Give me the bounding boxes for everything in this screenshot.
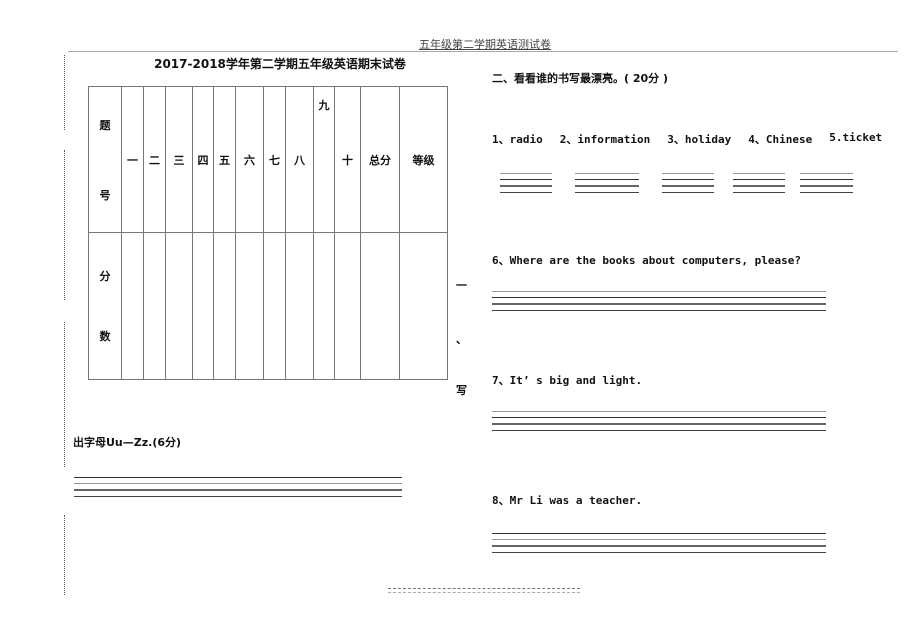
score-cell[interactable] xyxy=(360,232,400,380)
writing-lines-sentence-8[interactable] xyxy=(492,533,826,558)
column-header: 五 xyxy=(213,86,236,233)
binding-dotted-line xyxy=(64,515,65,595)
score-table-header-row: 题 号 一 二 三 四 五 六 七 八 九 十 总分 等级 xyxy=(88,86,448,233)
row-header-char: 题 xyxy=(99,118,111,132)
header-rule xyxy=(68,51,898,52)
writing-lines-word-1[interactable] xyxy=(500,173,552,198)
score-table: 题 号 一 二 三 四 五 六 七 八 九 十 总分 等级 分 数 xyxy=(88,86,448,380)
score-cell[interactable] xyxy=(285,232,314,380)
word-item: 5.ticket xyxy=(829,131,883,144)
section1-vertical-char: 、 xyxy=(456,333,467,346)
column-header: 三 xyxy=(165,86,193,233)
section1-title: 出字母Uu—Zz.(6分) xyxy=(73,436,182,449)
column-header: 七 xyxy=(263,86,286,233)
exam-title: 2017-2018学年第二学期五年级英语期末试卷 xyxy=(154,57,406,71)
sentence-6: 6、Where are the books about computers, p… xyxy=(492,254,802,267)
writing-lines-sentence-6[interactable] xyxy=(492,291,826,316)
writing-lines-section1[interactable] xyxy=(74,477,402,502)
column-header: 四 xyxy=(192,86,214,233)
score-table-score-row: 分 数 xyxy=(88,232,448,380)
column-header: 六 xyxy=(235,86,264,233)
word-item: 4、Chinese xyxy=(748,133,813,146)
column-header: 八 xyxy=(285,86,314,233)
column-header: 等级 xyxy=(399,86,448,233)
score-cell[interactable] xyxy=(334,232,361,380)
column-header: 二 xyxy=(143,86,166,233)
row-header-char: 号 xyxy=(99,188,111,202)
sentence-7: 7、It’ s big and light. xyxy=(492,374,643,387)
running-header-text: 五年级第二学期英语测试卷 xyxy=(419,38,551,51)
word-item: 1、radio xyxy=(492,133,543,146)
column-header: 十 xyxy=(334,86,361,233)
score-cell[interactable] xyxy=(213,232,236,380)
score-cell[interactable] xyxy=(143,232,166,380)
section1-vertical-char: 一 xyxy=(456,279,467,292)
row-header-char: 分 xyxy=(99,270,111,283)
word-list: 1、radio 2、information 3、holiday 4、Chines… xyxy=(492,131,899,147)
word-item: 2、information xyxy=(559,133,651,146)
writing-lines-word-5[interactable] xyxy=(800,173,853,198)
word-item: 3、holiday xyxy=(667,133,732,146)
score-cell[interactable] xyxy=(399,232,448,380)
binding-dotted-line xyxy=(64,322,65,467)
binding-dotted-line xyxy=(64,55,65,130)
score-cell[interactable] xyxy=(192,232,214,380)
score-cell[interactable] xyxy=(263,232,286,380)
score-cell[interactable] xyxy=(165,232,193,380)
running-header: 五年级第二学期英语测试卷 xyxy=(0,36,920,52)
score-cell[interactable] xyxy=(235,232,264,380)
row-header-char: 数 xyxy=(99,330,111,343)
writing-lines-word-2[interactable] xyxy=(575,173,639,198)
footer-dashed-rule xyxy=(388,588,580,593)
binding-dotted-line xyxy=(64,150,65,300)
column-header: 总分 xyxy=(360,86,400,233)
writing-lines-word-3[interactable] xyxy=(662,173,714,198)
column-header: 九 xyxy=(313,86,335,233)
writing-lines-sentence-7[interactable] xyxy=(492,411,826,436)
column-header: 一 xyxy=(121,86,144,233)
section1-vertical-char: 写 xyxy=(456,384,467,397)
score-cell[interactable] xyxy=(121,232,144,380)
sentence-8: 8、Mr Li was a teacher. xyxy=(492,494,643,507)
row-header-score: 分 数 xyxy=(88,232,122,380)
writing-lines-word-4[interactable] xyxy=(733,173,785,198)
row-header-question-number: 题 号 xyxy=(88,86,122,233)
section2-title: 二、看看谁的书写最漂亮。( 20分 ) xyxy=(492,72,669,85)
score-cell[interactable] xyxy=(313,232,335,380)
